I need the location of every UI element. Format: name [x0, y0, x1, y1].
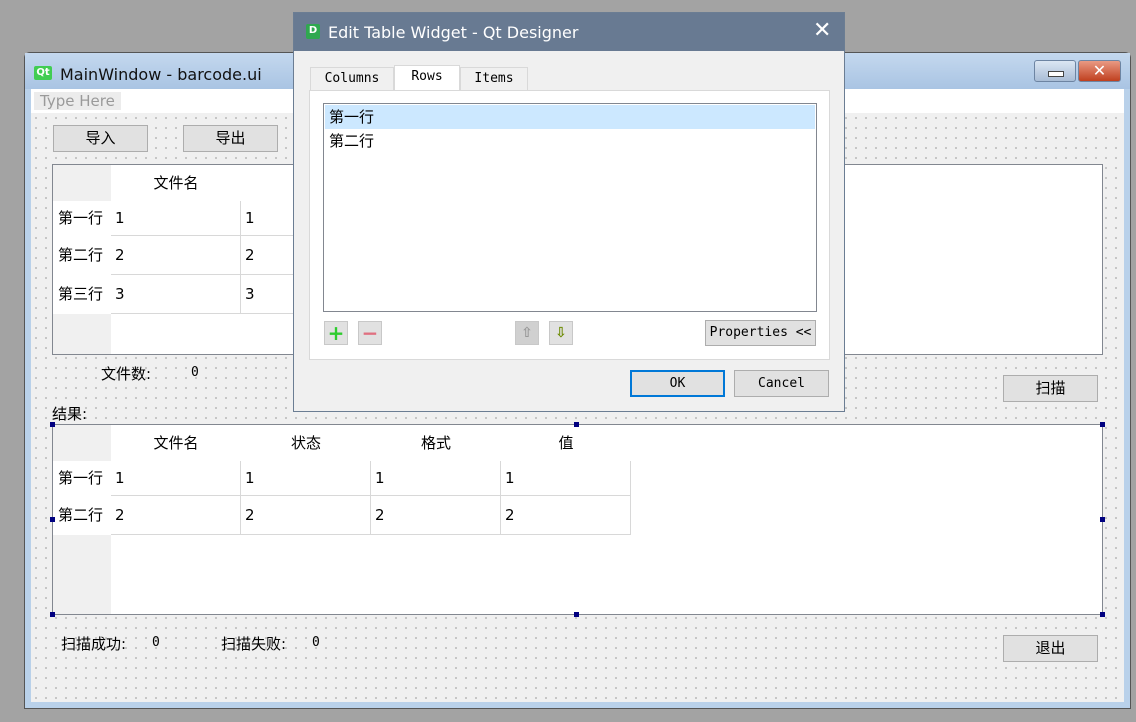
menu-type-here[interactable]: Type Here — [34, 92, 121, 110]
resize-handle[interactable] — [50, 612, 55, 617]
plus-icon: + — [327, 321, 345, 345]
exit-button[interactable]: 退出 — [1003, 635, 1098, 662]
dialog-close-button[interactable]: ✕ — [813, 19, 831, 43]
scan-success-value: 0 — [152, 635, 160, 650]
row-header[interactable]: 第二行 — [53, 496, 111, 535]
move-up-button[interactable]: ⇧ — [515, 321, 539, 345]
tab-columns[interactable]: Columns — [310, 67, 394, 90]
remove-row-button[interactable]: − — [358, 321, 382, 345]
properties-button[interactable]: Properties << — [705, 320, 816, 346]
resize-handle[interactable] — [50, 422, 55, 427]
scan-success-label: 扫描成功: — [61, 635, 127, 653]
resize-handle[interactable] — [1100, 422, 1105, 427]
resize-handle[interactable] — [1100, 612, 1105, 617]
minimize-button[interactable] — [1034, 60, 1076, 82]
table-cell[interactable]: 1 — [501, 461, 631, 496]
scan-fail-value: 0 — [312, 635, 320, 650]
file-count-label: 文件数: — [101, 365, 152, 383]
resize-handle[interactable] — [50, 517, 55, 522]
export-button[interactable]: 导出 — [183, 125, 278, 152]
scan-button[interactable]: 扫描 — [1003, 375, 1098, 402]
rows-tab-panel: 第一行 第二行 + − ⇧ ⇩ Properties << — [309, 90, 830, 360]
column-header[interactable]: 文件名 — [111, 425, 241, 461]
list-item[interactable]: 第二行 — [325, 129, 815, 153]
rows-list[interactable]: 第一行 第二行 — [323, 103, 817, 312]
table-cell[interactable]: 2 — [241, 496, 371, 535]
tab-rows[interactable]: Rows — [394, 65, 460, 90]
table-cell[interactable]: 3 — [111, 275, 241, 314]
dialog-title-bar[interactable]: D Edit Table Widget - Qt Designer ✕ — [294, 13, 844, 51]
table-cell[interactable]: 1 — [111, 201, 241, 236]
row-header[interactable]: 第三行 — [53, 275, 111, 314]
resize-handle[interactable] — [1100, 517, 1105, 522]
close-button[interactable]: ✕ — [1078, 60, 1121, 82]
resize-handle[interactable] — [574, 422, 579, 427]
ok-button[interactable]: OK — [630, 370, 725, 397]
column-header[interactable]: 状态 — [241, 425, 371, 461]
cancel-button[interactable]: Cancel — [734, 370, 829, 397]
arrow-down-icon: ⇩ — [555, 325, 567, 341]
tab-items[interactable]: Items — [460, 67, 528, 90]
window-title: MainWindow - barcode.ui — [60, 65, 262, 84]
table-cell[interactable]: 1 — [241, 461, 371, 496]
dialog-title: Edit Table Widget - Qt Designer — [328, 23, 579, 42]
edit-table-widget-dialog: D Edit Table Widget - Qt Designer ✕ Colu… — [293, 12, 845, 412]
row-header[interactable]: 第二行 — [53, 236, 111, 275]
scan-fail-label: 扫描失败: — [221, 635, 287, 653]
arrow-up-icon: ⇧ — [521, 325, 533, 341]
table-cell[interactable]: 2 — [111, 496, 241, 535]
add-row-button[interactable]: + — [324, 321, 348, 345]
result-label: 结果: — [52, 405, 88, 423]
column-header[interactable]: 文件名 — [111, 165, 241, 201]
list-item[interactable]: 第一行 — [325, 105, 815, 129]
table-cell[interactable]: 1 — [371, 461, 501, 496]
table-cell[interactable]: 1 — [111, 461, 241, 496]
row-header[interactable]: 第一行 — [53, 201, 111, 236]
resize-handle[interactable] — [574, 612, 579, 617]
table-cell[interactable]: 2 — [111, 236, 241, 275]
file-count-value: 0 — [191, 365, 199, 380]
designer-logo-icon: D — [306, 24, 320, 39]
column-header[interactable]: 格式 — [371, 425, 501, 461]
import-button[interactable]: 导入 — [53, 125, 148, 152]
qt-logo-icon: Qt — [34, 66, 52, 80]
row-header[interactable]: 第一行 — [53, 461, 111, 496]
move-down-button[interactable]: ⇩ — [549, 321, 573, 345]
table-cell[interactable]: 2 — [371, 496, 501, 535]
table-cell[interactable]: 2 — [501, 496, 631, 535]
minus-icon: − — [361, 321, 379, 345]
result-table[interactable]: 文件名 状态 格式 值 第一行 第二行 1 1 1 1 2 2 2 2 — [52, 424, 1103, 615]
column-header[interactable]: 值 — [501, 425, 631, 461]
